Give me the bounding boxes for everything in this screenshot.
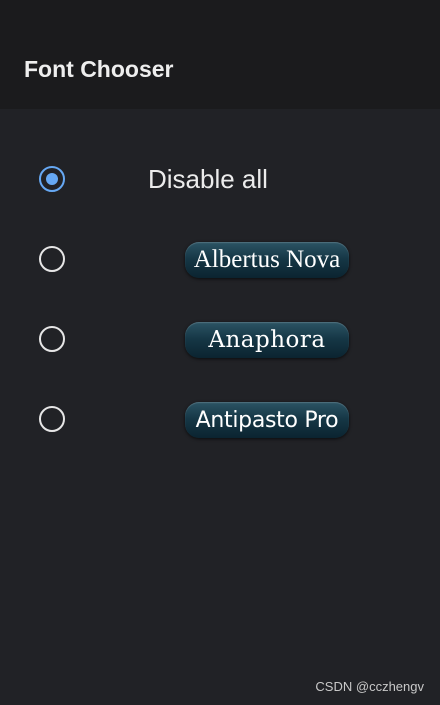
- app-bar: Font Chooser: [0, 0, 440, 109]
- radio-button-selected[interactable]: [39, 166, 65, 192]
- option-albertus-nova[interactable]: Albertus Nova: [0, 218, 440, 298]
- radio-button[interactable]: [39, 406, 65, 432]
- page-title: Font Chooser: [24, 56, 174, 82]
- font-preview-label: Antipasto Pro: [185, 402, 349, 438]
- font-chooser-screen: Font Chooser Disable all Albertus Nova A…: [0, 0, 440, 705]
- font-preview-label: Albertus Nova: [185, 242, 349, 278]
- radio-button[interactable]: [39, 326, 65, 352]
- font-options-list: Disable all Albertus Nova Anaphora Antip…: [0, 138, 440, 458]
- radio-button[interactable]: [39, 246, 65, 272]
- radio-dot-icon: [46, 173, 58, 185]
- font-preview-label: Anaphora: [185, 322, 349, 358]
- option-disable-all[interactable]: Disable all: [0, 138, 440, 218]
- option-label: Disable all: [148, 164, 268, 194]
- option-anaphora[interactable]: Anaphora: [0, 298, 440, 378]
- watermark: CSDN @cczhengv: [315, 679, 424, 694]
- option-antipasto-pro[interactable]: Antipasto Pro: [0, 378, 440, 458]
